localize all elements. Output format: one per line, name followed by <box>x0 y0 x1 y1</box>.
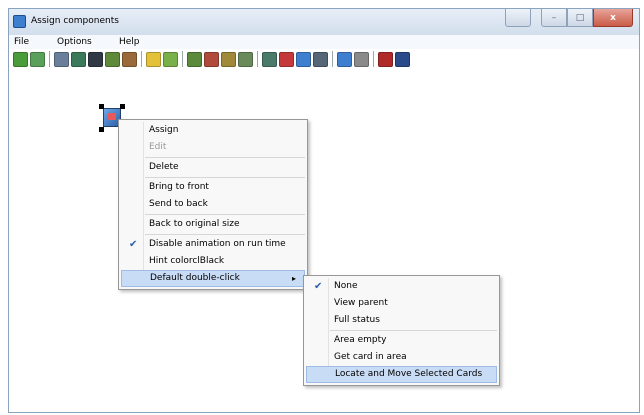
server-icon[interactable] <box>54 51 69 67</box>
menu-separator <box>145 214 305 215</box>
network-icon[interactable] <box>71 51 86 67</box>
menu-item-disable-animation[interactable]: ✔ Disable animation on run time <box>121 236 305 253</box>
context-menu: Assign Edit Delete Bring to front Send t… <box>118 119 308 290</box>
toolbar <box>13 49 412 69</box>
minimize-button[interactable]: – <box>541 9 567 27</box>
menu-item-send-to-back[interactable]: Send to back <box>121 196 305 213</box>
menu-item-label: Full status <box>334 315 380 325</box>
submenu-item-locate-move[interactable]: Locate and Move Selected Cards <box>306 366 497 383</box>
controller-icon[interactable] <box>187 51 202 67</box>
submenu-item-get-card[interactable]: Get card in area <box>306 349 497 366</box>
menu-item-label: Send to back <box>149 199 208 209</box>
device-icon[interactable] <box>163 51 178 67</box>
people-group-icon[interactable] <box>30 51 45 67</box>
maximize-button[interactable]: □ <box>567 9 593 27</box>
caption-buttons: – □ x <box>505 9 633 29</box>
toolbar-separator <box>257 51 258 67</box>
menu-options[interactable]: Options <box>57 37 92 47</box>
submenu-item-none[interactable]: ✔ None <box>306 278 497 295</box>
menu-item-edit: Edit <box>121 139 305 156</box>
door-icon[interactable] <box>279 51 294 67</box>
person-icon[interactable] <box>313 51 328 67</box>
toolbar-separator <box>141 51 142 67</box>
menu-item-label: Area empty <box>334 335 387 345</box>
menu-item-label: Hint colorclBlack <box>149 256 225 266</box>
menu-item-label: Get card in area <box>334 352 407 362</box>
resize-handle-ne[interactable] <box>120 104 125 109</box>
checkmark-icon: ✔ <box>129 239 138 250</box>
menu-item-default-double-click[interactable]: Default double-click ▸ <box>121 270 305 287</box>
printer-icon[interactable] <box>238 51 253 67</box>
card-icon[interactable] <box>296 51 311 67</box>
menu-item-label: Back to original size <box>149 219 240 229</box>
menu-bar: File Options Help <box>9 35 639 49</box>
menu-item-label: Edit <box>149 142 167 152</box>
app-icon <box>13 15 26 28</box>
help-button[interactable] <box>505 9 531 27</box>
submenu-arrow-icon: ▸ <box>291 274 296 283</box>
toolbar-separator <box>49 51 50 67</box>
window-title: Assign components <box>31 16 119 26</box>
close-button[interactable]: x <box>593 9 633 27</box>
menu-item-label: Locate and Move Selected Cards <box>335 369 483 379</box>
title-bar[interactable]: Assign components – □ x <box>9 9 639 35</box>
menu-separator <box>330 330 497 331</box>
submenu-item-view-parent[interactable]: View parent <box>306 295 497 312</box>
toolbar-separator <box>373 51 374 67</box>
camera-icon[interactable] <box>378 51 393 67</box>
menu-separator <box>145 234 305 235</box>
reader-icon[interactable] <box>122 51 137 67</box>
display-icon[interactable] <box>395 51 410 67</box>
resize-handle-sw[interactable] <box>99 127 104 132</box>
menu-item-original-size[interactable]: Back to original size <box>121 216 305 233</box>
submenu-item-area-empty[interactable]: Area empty <box>306 332 497 349</box>
people-icon[interactable] <box>13 51 28 67</box>
menu-item-label: Default double-click <box>150 273 240 283</box>
submenu-item-full-status[interactable]: Full status <box>306 312 497 329</box>
menu-item-label: View parent <box>334 298 388 308</box>
submenu-default-double-click: ✔ None View parent Full status Area empt… <box>303 275 500 386</box>
menu-item-delete[interactable]: Delete <box>121 159 305 176</box>
menu-file[interactable]: File <box>14 37 29 47</box>
lightbulb-icon[interactable] <box>146 51 161 67</box>
settings-icon[interactable] <box>354 51 369 67</box>
menu-separator <box>145 177 305 178</box>
menu-item-assign[interactable]: Assign <box>121 122 305 139</box>
menu-separator <box>145 157 305 158</box>
terminal-icon[interactable] <box>105 51 120 67</box>
menu-item-bring-to-front[interactable]: Bring to front <box>121 179 305 196</box>
toolbar-separator <box>182 51 183 67</box>
menu-item-label: Assign <box>149 125 179 135</box>
menu-item-label: None <box>334 281 358 291</box>
monitor-icon[interactable] <box>88 51 103 67</box>
menu-item-label: Bring to front <box>149 182 209 192</box>
toolbar-separator <box>332 51 333 67</box>
checkmark-icon: ✔ <box>314 281 323 292</box>
menu-item-label: Disable animation on run time <box>149 239 286 249</box>
menu-help[interactable]: Help <box>119 37 140 47</box>
user-icon[interactable] <box>221 51 236 67</box>
menu-item-hint-color[interactable]: Hint colorclBlack <box>121 253 305 270</box>
menu-item-label: Delete <box>149 162 179 172</box>
resize-handle-nw[interactable] <box>99 104 104 109</box>
window-icon[interactable] <box>337 51 352 67</box>
controller-red-icon[interactable] <box>204 51 219 67</box>
screen-icon[interactable] <box>262 51 277 67</box>
